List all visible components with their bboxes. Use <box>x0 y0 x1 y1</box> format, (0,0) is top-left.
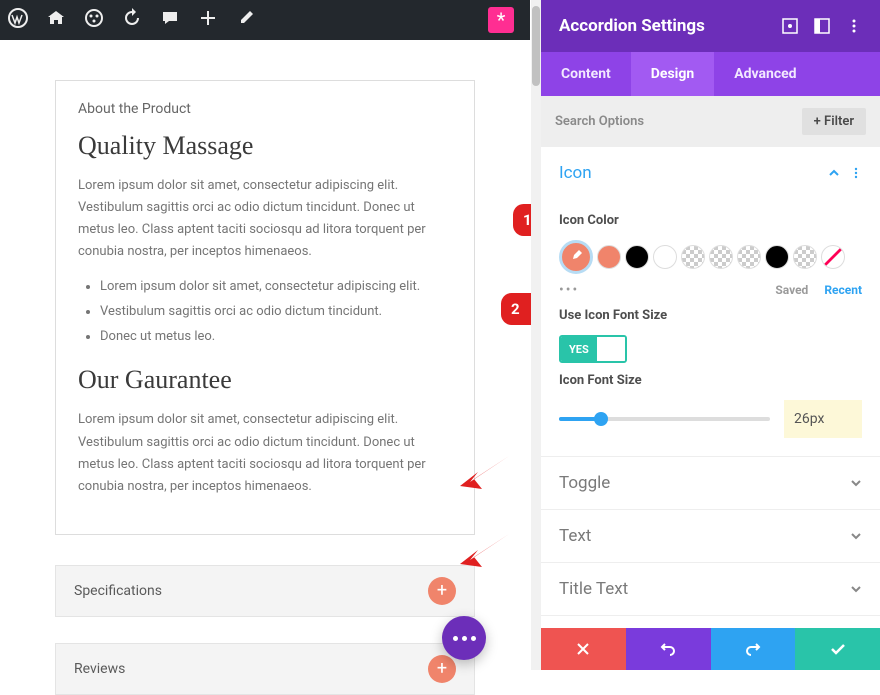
label-use-icon-font-size: Use Icon Font Size <box>559 308 862 323</box>
color-swatch[interactable] <box>737 245 761 269</box>
panel-footer <box>541 628 880 670</box>
section-title: Title Text <box>559 579 628 599</box>
expand-icon[interactable]: + <box>428 577 456 605</box>
tab-advanced[interactable]: Advanced <box>714 52 816 96</box>
accordion-item-open[interactable]: About the Product Quality Massage Lorem … <box>55 80 475 535</box>
color-swatch[interactable] <box>681 245 705 269</box>
home-icon[interactable] <box>46 8 66 33</box>
section-icon: Icon Icon Color <box>541 147 880 457</box>
panel-tabs: Content Design Advanced <box>541 52 880 96</box>
more-icon[interactable] <box>846 18 862 34</box>
toggle-label: YES <box>561 337 597 361</box>
more-swatches-icon[interactable]: ••• <box>559 282 579 298</box>
preview-scrollbar[interactable] <box>531 0 541 670</box>
section-title: Toggle <box>559 473 610 493</box>
divi-badge-label: * <box>497 8 506 32</box>
slider-icon-font-size[interactable] <box>559 417 770 421</box>
page-content: About the Product Quality Massage Lorem … <box>0 40 530 695</box>
edit-icon[interactable] <box>236 8 256 33</box>
section-header-icon[interactable]: Icon <box>541 147 880 199</box>
cancel-button[interactable] <box>541 628 626 670</box>
search-input[interactable]: Search Options <box>555 114 644 129</box>
color-swatch[interactable] <box>709 245 733 269</box>
color-swatch[interactable] <box>597 245 621 269</box>
chevron-down-icon <box>850 583 862 595</box>
color-swatches <box>559 240 862 274</box>
chevron-up-icon <box>828 167 840 179</box>
panel-body: Icon Icon Color <box>541 147 880 628</box>
color-swatch[interactable] <box>793 245 817 269</box>
eyedropper-icon <box>568 249 584 265</box>
updates-icon[interactable] <box>122 8 142 33</box>
section-header-closed-title-text[interactable]: Closed Title Text <box>541 616 880 628</box>
recent-tab[interactable]: Recent <box>824 283 862 297</box>
divi-fab-button[interactable] <box>442 616 486 660</box>
check-icon <box>829 640 847 658</box>
toggle-knob <box>597 337 625 361</box>
label-icon-color: Icon Color <box>559 213 862 228</box>
dots-icon <box>453 636 476 641</box>
preview-area: * About the Product Quality Massage Lore… <box>0 0 530 670</box>
settings-panel: Accordion Settings Content Design Advanc… <box>540 0 880 670</box>
focus-icon[interactable] <box>782 18 798 34</box>
label-icon-font-size: Icon Font Size <box>559 373 862 388</box>
color-picker-button[interactable] <box>559 240 593 274</box>
wp-admin-bar: * <box>0 0 530 40</box>
search-options-bar: Search Options + Filter <box>541 96 880 147</box>
bullet-list: Lorem ipsum dolor sit amet, consectetur … <box>78 275 452 349</box>
wp-logo-icon[interactable] <box>8 8 28 33</box>
panel-header: Accordion Settings <box>541 0 880 52</box>
save-button[interactable] <box>795 628 880 670</box>
toggle-use-icon-font-size[interactable]: YES <box>559 335 627 363</box>
list-item: Lorem ipsum dolor sit amet, consectetur … <box>100 275 452 300</box>
redo-button[interactable] <box>711 628 796 670</box>
undo-icon <box>660 641 676 657</box>
color-swatch[interactable] <box>653 245 677 269</box>
color-swatch[interactable] <box>765 245 789 269</box>
color-swatch[interactable] <box>625 245 649 269</box>
accordion-label: Specifications <box>74 583 162 599</box>
expand-panel-icon[interactable] <box>814 18 830 34</box>
slider-handle[interactable] <box>594 412 608 426</box>
close-icon <box>575 641 591 657</box>
input-icon-font-size[interactable]: 26px <box>784 400 862 438</box>
accordion-label: Reviews <box>74 661 125 677</box>
accordion-item-reviews[interactable]: Reviews + <box>55 643 475 695</box>
accordion-item-specifications[interactable]: Specifications + <box>55 565 475 617</box>
redo-icon <box>745 641 761 657</box>
panel-title: Accordion Settings <box>559 16 705 36</box>
section-title: Icon <box>559 163 592 183</box>
tab-design[interactable]: Design <box>631 52 714 96</box>
heading-guarantee: Our Gaurantee <box>78 365 452 395</box>
color-swatch-none[interactable] <box>821 245 845 269</box>
divi-badge[interactable]: * <box>488 7 514 33</box>
list-item: Vestibulum sagittis orci ac odio dictum … <box>100 300 452 325</box>
list-item: Donec ut metus leo. <box>100 325 452 350</box>
heading-quality: Quality Massage <box>78 131 452 161</box>
chevron-down-icon <box>850 530 862 542</box>
section-header-toggle[interactable]: Toggle <box>541 457 880 509</box>
tab-content[interactable]: Content <box>541 52 631 96</box>
section-title: Text <box>559 526 591 546</box>
saved-tab[interactable]: Saved <box>775 283 808 297</box>
section-header-text[interactable]: Text <box>541 510 880 562</box>
filter-button[interactable]: + Filter <box>802 108 866 135</box>
section-header-title-text[interactable]: Title Text <box>541 563 880 615</box>
expand-icon[interactable]: + <box>428 655 456 683</box>
paragraph: Lorem ipsum dolor sit amet, consectetur … <box>78 409 452 497</box>
more-icon[interactable] <box>850 167 862 179</box>
new-icon[interactable] <box>198 8 218 33</box>
customize-icon[interactable] <box>84 8 104 33</box>
paragraph: Lorem ipsum dolor sit amet, consectetur … <box>78 175 452 263</box>
chevron-down-icon <box>850 477 862 489</box>
undo-button[interactable] <box>626 628 711 670</box>
comments-icon[interactable] <box>160 8 180 33</box>
accordion-open-title: About the Product <box>78 101 452 117</box>
